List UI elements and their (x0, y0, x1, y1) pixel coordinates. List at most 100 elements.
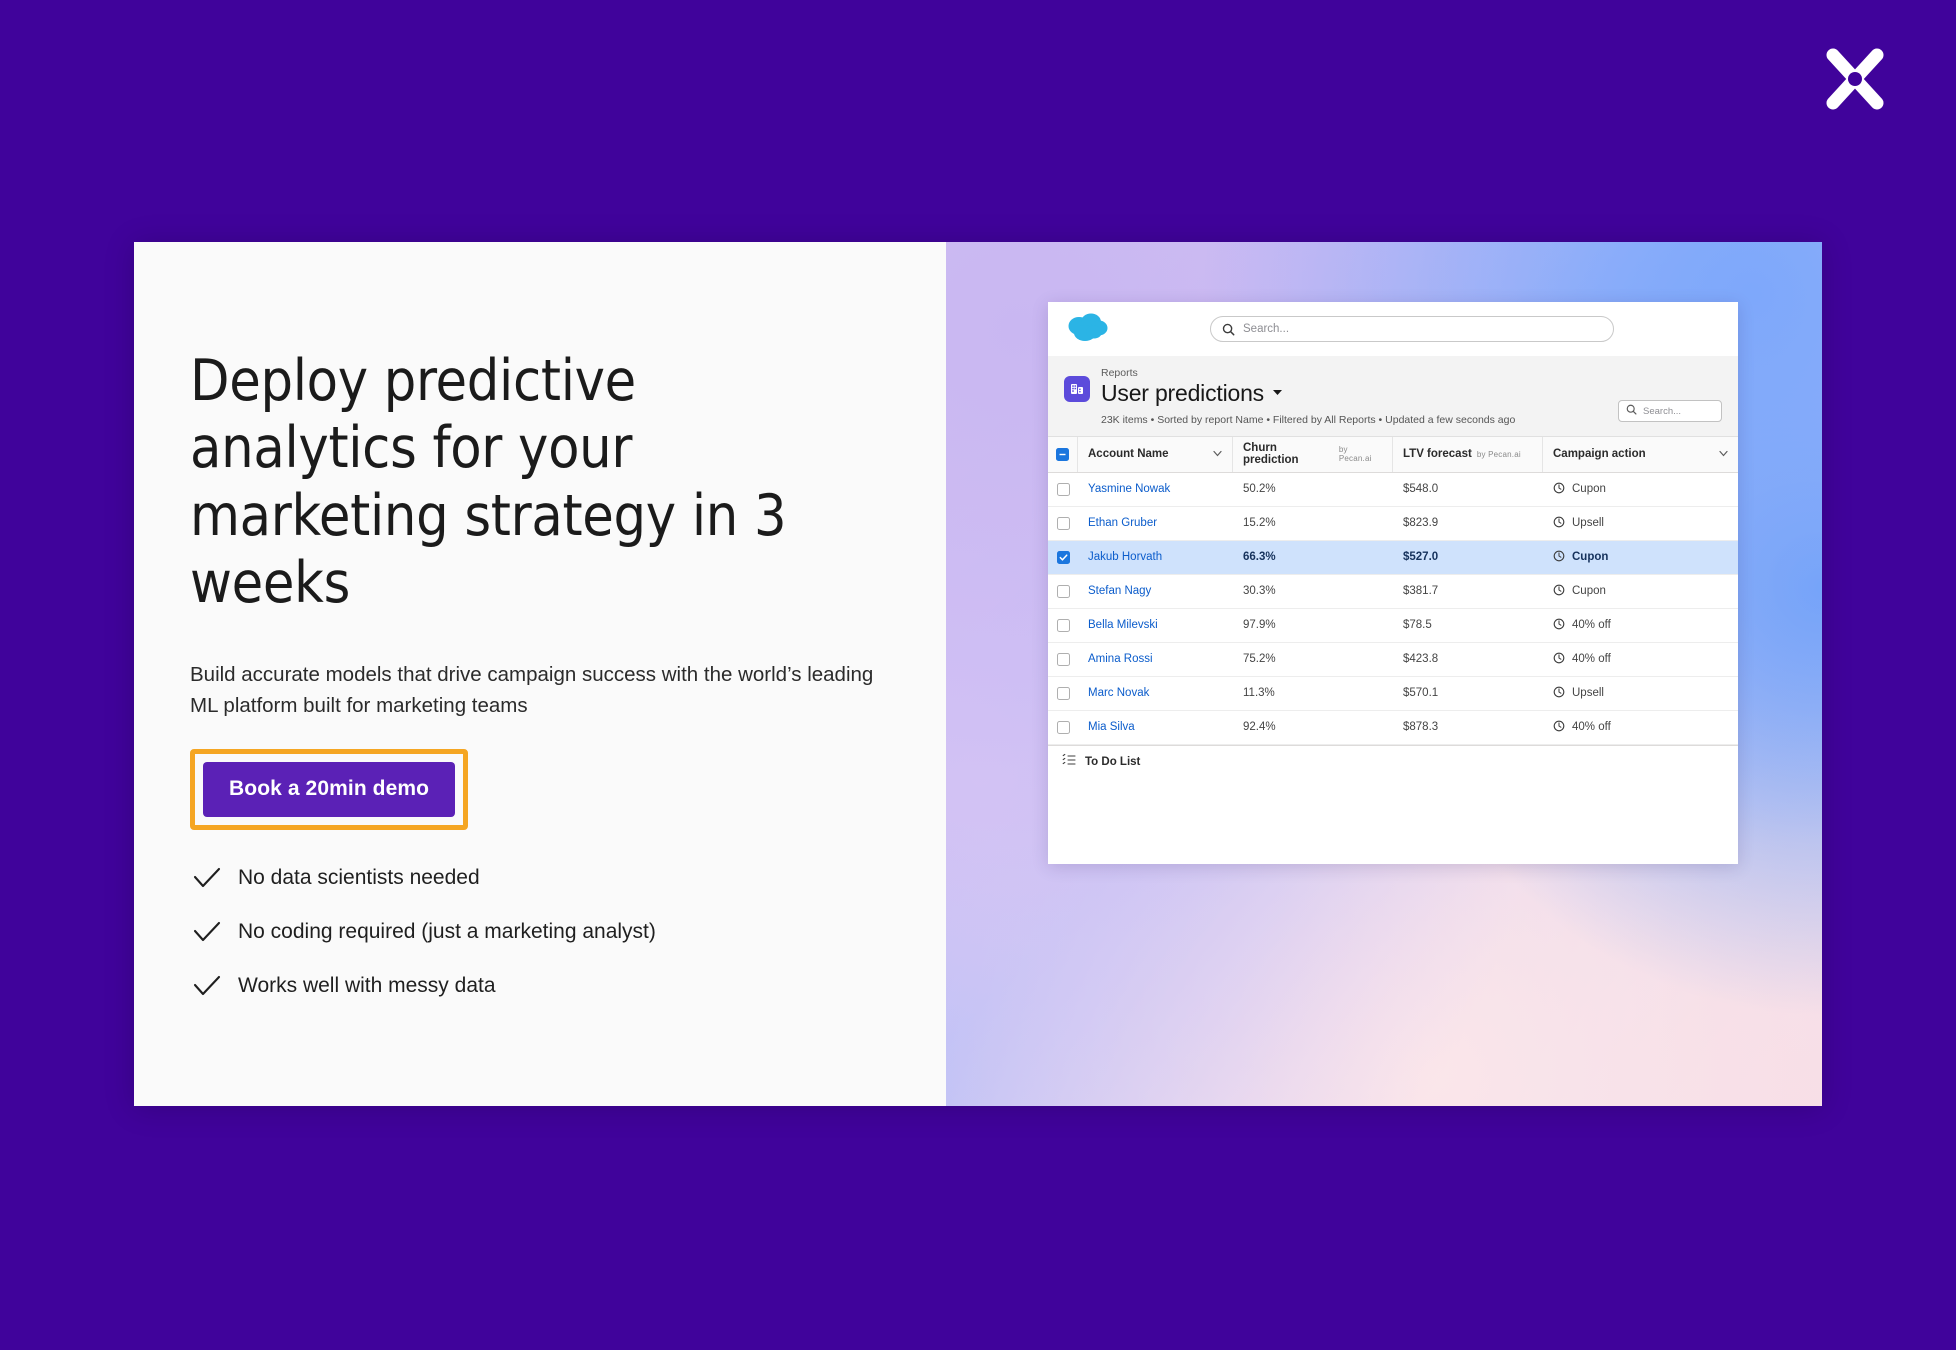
row-checkbox-cell (1048, 473, 1078, 506)
column-label: Churn prediction (1243, 442, 1299, 467)
list-item: No coding required (just a marketing ana… (190, 920, 946, 944)
book-demo-button[interactable]: Book a 20min demo (203, 762, 456, 818)
chevron-down-icon[interactable] (1272, 384, 1283, 402)
global-search-input[interactable]: Search... (1210, 316, 1614, 342)
account-name-link[interactable]: Amina Rossi (1088, 653, 1153, 665)
close-modal-button[interactable] (1814, 38, 1896, 120)
salesforce-cloud-logo (1066, 312, 1110, 346)
table-row[interactable]: Jakub Horvath 66.3% $527.0 Cupon (1048, 540, 1738, 575)
campaign-action-icon (1553, 686, 1565, 701)
table-row[interactable]: Amina Rossi 75.2% $423.8 40% off (1048, 642, 1738, 677)
promo-modal: Deploy predictive analytics for your mar… (134, 242, 1822, 1106)
campaign-action-icon (1553, 652, 1565, 667)
table-row[interactable]: Stefan Nagy 30.3% $381.7 Cupon (1048, 574, 1738, 609)
row-checkbox[interactable] (1056, 686, 1070, 700)
cell-churn-prediction: 11.3% (1243, 687, 1275, 700)
cta-focus-ring: Book a 20min demo (190, 749, 469, 831)
cell-ltv-forecast: $823.9 (1403, 517, 1439, 530)
account-name-link[interactable]: Marc Novak (1088, 687, 1149, 699)
row-checkbox-cell (1048, 643, 1078, 676)
row-checkbox-cell (1048, 507, 1078, 540)
account-name-link[interactable]: Yasmine Nowak (1088, 483, 1170, 495)
chevron-down-icon[interactable] (1213, 448, 1222, 460)
product-screenshot-pane: Search... Reports User predictions 23K i… (946, 242, 1822, 1106)
page-title: Deploy predictive analytics for your mar… (190, 348, 787, 616)
table-row[interactable]: Ethan Gruber 15.2% $823.9 Upsell (1048, 506, 1738, 541)
table-row[interactable]: Mia Silva 92.4% $878.3 40% off (1048, 710, 1738, 745)
cell-account-name: Marc Novak (1078, 677, 1233, 710)
list-search-input[interactable]: Search... (1618, 400, 1722, 422)
account-name-link[interactable]: Stefan Nagy (1088, 585, 1151, 597)
row-checkbox[interactable] (1056, 550, 1070, 564)
close-x-icon (1819, 43, 1891, 115)
row-checkbox-cell (1048, 541, 1078, 574)
column-label: Campaign action (1553, 448, 1646, 461)
row-checkbox-cell (1048, 677, 1078, 710)
campaign-action-icon (1553, 618, 1565, 633)
promo-content-pane: Deploy predictive analytics for your mar… (134, 242, 946, 1106)
cell-ltv-forecast: $381.7 (1403, 585, 1439, 598)
cell-churn-prediction: 30.3% (1243, 585, 1276, 598)
row-checkbox[interactable] (1056, 652, 1070, 666)
breadcrumb: Reports (1101, 367, 1138, 379)
cell-campaign-action: 40% off (1543, 609, 1738, 642)
feature-list: No data scientists needed No coding requ… (190, 866, 946, 998)
account-name-link[interactable]: Mia Silva (1088, 721, 1135, 733)
row-checkbox[interactable] (1056, 618, 1070, 632)
campaign-action-icon (1553, 584, 1565, 599)
cell-account-name: Ethan Gruber (1078, 507, 1233, 540)
row-checkbox-cell (1048, 609, 1078, 642)
cell-account-name: Mia Silva (1078, 711, 1233, 744)
row-checkbox[interactable] (1056, 584, 1070, 598)
table-body: Yasmine Nowak 50.2% $548.0 Cupon Ethan Grube… (1048, 472, 1738, 745)
row-checkbox-cell (1048, 575, 1078, 608)
cell-ltv-forecast: $78.5 (1403, 619, 1432, 632)
cell-campaign-action: Upsell (1543, 507, 1738, 540)
select-all-checkbox[interactable] (1056, 447, 1069, 461)
column-header-campaign-action[interactable]: Campaign action (1543, 436, 1738, 472)
search-icon (1626, 402, 1637, 420)
campaign-action-label: Upsell (1572, 517, 1604, 530)
row-checkbox[interactable] (1056, 516, 1070, 530)
account-name-link[interactable]: Jakub Horvath (1088, 551, 1162, 563)
row-checkbox-cell (1048, 711, 1078, 744)
cell-campaign-action: Upsell (1543, 677, 1738, 710)
cell-churn-prediction: 15.2% (1243, 517, 1276, 530)
row-checkbox[interactable] (1056, 482, 1070, 496)
cell-campaign-action: 40% off (1543, 643, 1738, 676)
todo-list-label: To Do List (1085, 756, 1141, 769)
cell-account-name: Jakub Horvath (1078, 541, 1233, 574)
campaign-action-label: Upsell (1572, 687, 1604, 700)
cell-ltv-forecast: $548.0 (1403, 483, 1439, 496)
column-label: Account Name (1088, 448, 1169, 461)
column-attribution: by Pecan.ai (1476, 449, 1521, 459)
cell-churn-prediction: 50.2% (1243, 483, 1276, 496)
cell-ltv-forecast: $878.3 (1403, 721, 1439, 734)
row-checkbox[interactable] (1056, 720, 1070, 734)
cell-churn-prediction: 92.4% (1243, 721, 1276, 734)
promo-overlay: Deploy predictive analytics for your mar… (0, 0, 1956, 1350)
list-item-label: No coding required (just a marketing ana… (238, 920, 656, 944)
report-title: User predictions (1101, 379, 1264, 406)
account-name-link[interactable]: Ethan Gruber (1088, 517, 1157, 529)
list-item-label: Works well with messy data (238, 974, 496, 998)
column-header-account-name[interactable]: Account Name (1078, 436, 1233, 473)
table-row[interactable]: Yasmine Nowak 50.2% $548.0 Cupon (1048, 472, 1738, 507)
list-item-label: No data scientists needed (238, 866, 480, 890)
todo-list-icon (1062, 753, 1076, 772)
column-header-churn-prediction[interactable]: Churn prediction by Pecan.ai (1233, 436, 1393, 473)
report-header: Reports User predictions 23K items • Sor… (1048, 356, 1738, 437)
cell-campaign-action: Cupon (1543, 541, 1738, 574)
table-row[interactable]: Bella Milevski 97.9% $78.5 40% off (1048, 608, 1738, 643)
cell-churn-prediction: 97.9% (1243, 619, 1276, 632)
list-search-placeholder: Search... (1643, 405, 1682, 417)
campaign-action-label: 40% off (1572, 721, 1611, 734)
column-attribution: by Pecan.ai (1338, 445, 1372, 464)
table-row[interactable]: Marc Novak 11.3% $570.1 Upsell (1048, 676, 1738, 711)
account-name-link[interactable]: Bella Milevski (1088, 619, 1158, 631)
cell-account-name: Yasmine Nowak (1078, 473, 1233, 506)
chevron-down-icon[interactable] (1719, 448, 1728, 460)
column-header-ltv-forecast[interactable]: LTV forecast by Pecan.ai (1393, 436, 1543, 473)
list-item: Works well with messy data (190, 974, 946, 998)
cell-ltv-forecast: $570.1 (1403, 687, 1439, 700)
